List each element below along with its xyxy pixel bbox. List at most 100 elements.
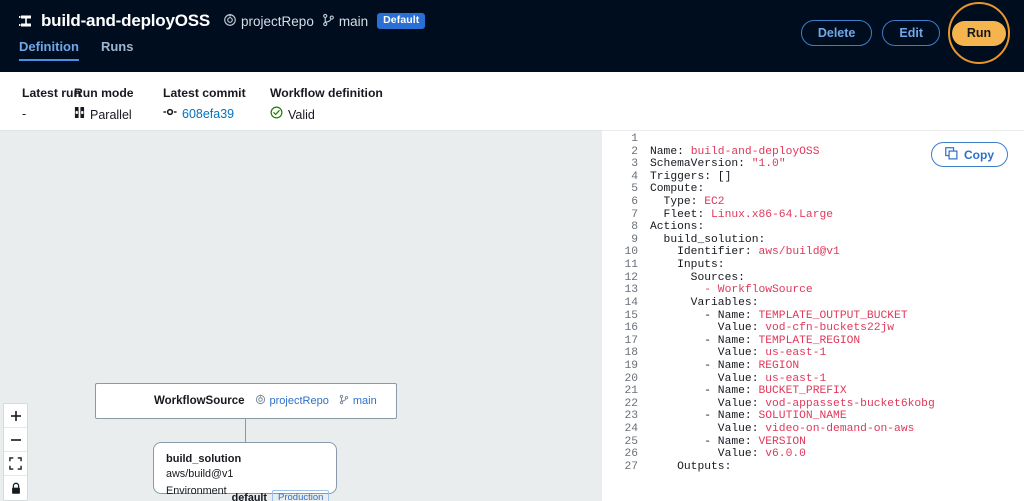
check-circle-icon [270, 106, 283, 123]
node-source-branch-label: main [352, 395, 377, 407]
code-key: - Name: [650, 334, 759, 347]
code-line-number: 24 [624, 423, 638, 436]
code-key: - Name: [650, 359, 759, 372]
code-line: 1 [602, 133, 935, 146]
summary-value: 608efa39 [163, 106, 270, 122]
edit-button[interactable]: Edit [882, 20, 940, 46]
code-line: 13 - WorkflowSource [602, 284, 935, 297]
summary-label: Latest run [22, 86, 81, 100]
code-line: 10 Identifier: aws/build@v1 [602, 246, 935, 259]
code-key: Value: [650, 322, 766, 335]
code-line-number: 3 [631, 158, 638, 171]
fit-to-screen-button[interactable] [4, 452, 27, 476]
code-line-number: 19 [624, 359, 638, 372]
code-key: - Name: [650, 309, 759, 322]
node-workflow-source[interactable]: WorkflowSource projectRepo main [95, 383, 397, 419]
code-line: 9 build_solution: [602, 234, 935, 247]
code-line: 18 Value: us-east-1 [602, 347, 935, 360]
code-line-number: 16 [624, 322, 638, 335]
copy-button-label: Copy [964, 147, 994, 162]
app-header: build-and-deployOSS projectRepo main Def… [0, 0, 1024, 72]
code-line: 27 Outputs: [602, 461, 935, 474]
code-value: video-on-demand-on-aws [765, 423, 915, 436]
summary-label: Workflow definition [270, 86, 383, 100]
code-line-number: 17 [624, 334, 638, 347]
zoom-in-button[interactable] [4, 404, 27, 428]
tab-definition[interactable]: Definition [19, 39, 79, 61]
zoom-out-button[interactable] [4, 428, 27, 452]
header-repository-label: projectRepo [241, 13, 314, 29]
code-line: 25 - Name: VERSION [602, 436, 935, 449]
repository-icon [255, 394, 266, 408]
code-line-number: 22 [624, 397, 638, 410]
code-key: Sources: [650, 271, 745, 284]
code-line-number: 27 [624, 460, 638, 473]
code-line: 17 - Name: TEMPLATE_REGION [602, 335, 935, 348]
yaml-code-viewer[interactable]: 1 2 Name: build-and-deployOSS 3 SchemaVersio… [602, 131, 935, 474]
code-key: Compute: [650, 183, 705, 196]
copy-button[interactable]: Copy [931, 142, 1008, 167]
code-key: Actions: [650, 221, 705, 234]
code-line-number: 10 [624, 246, 638, 259]
code-value: vod-cfn-buckets22jw [765, 322, 895, 335]
code-line-number: 6 [631, 196, 638, 209]
code-line-number: 15 [624, 309, 638, 322]
code-value: BUCKET_PREFIX [758, 385, 847, 398]
code-line: 26 Value: v6.0.0 [602, 448, 935, 461]
code-key: Name: [650, 145, 691, 158]
run-mode-value: Parallel [90, 107, 132, 122]
workflow-graph[interactable]: WorkflowSource projectRepo main build_so… [0, 131, 602, 501]
code-key: Value: [650, 423, 766, 436]
code-key: Value: [650, 347, 766, 360]
code-line: 23 - Name: SOLUTION_NAME [602, 410, 935, 423]
code-key: Inputs: [650, 259, 725, 272]
node-build-solution-title: build_solution [166, 453, 242, 465]
code-line: 7 Fleet: Linux.x86-64.Large [602, 209, 935, 222]
lock-button[interactable] [4, 476, 27, 500]
workflow-summary-bar: Latest run - Run mode Parallel Latest co… [0, 72, 1024, 130]
summary-latest-commit: Latest commit 608efa39 [163, 85, 270, 130]
code-line-number: 21 [624, 385, 638, 398]
workflow-diagram-panel[interactable]: WorkflowSource projectRepo main build_so… [0, 130, 602, 501]
header-repository[interactable]: projectRepo [223, 13, 314, 30]
node-build-solution[interactable]: build_solution aws/build@v1 Environment … [153, 442, 337, 501]
code-value: us-east-1 [765, 372, 827, 385]
delete-button[interactable]: Delete [800, 20, 873, 46]
code-line-number: 11 [624, 259, 638, 272]
code-line: 19 - Name: REGION [602, 360, 935, 373]
code-key: Type: [650, 196, 705, 209]
code-line: 15 - Name: TEMPLATE_OUTPUT_BUCKET [602, 310, 935, 323]
header-actions: Delete Edit Run [800, 2, 1010, 64]
diagram-zoom-controls [3, 403, 28, 501]
workflow-definition-status: Valid [288, 107, 315, 122]
code-value: VERSION [758, 435, 806, 448]
tab-runs[interactable]: Runs [101, 39, 134, 61]
workflow-yaml-panel: Copy 1 2 Name: build-and-deployOSS 3 SchemaV… [602, 130, 1024, 501]
code-line-number: 13 [624, 284, 638, 297]
header-branch[interactable]: main Default [322, 13, 426, 30]
code-key: Value: [650, 397, 766, 410]
code-line-number: 18 [624, 347, 638, 360]
copy-icon [945, 146, 958, 163]
environment-badge: Production [272, 490, 330, 501]
summary-value: - [22, 106, 74, 122]
latest-commit-link[interactable]: 608efa39 [182, 106, 234, 122]
run-button[interactable]: Run [951, 20, 1007, 46]
node-workflow-source-title: WorkflowSource [154, 395, 245, 407]
code-line-number: 4 [631, 170, 638, 183]
code-key: Variables: [650, 296, 759, 309]
code-line: 24 Value: video-on-demand-on-aws [602, 423, 935, 436]
code-key: Outputs: [650, 460, 732, 473]
code-value: EC2 [704, 196, 725, 209]
page-title: build-and-deployOSS [41, 11, 211, 30]
code-value: "1.0" [751, 158, 786, 171]
code-line-number: 7 [631, 208, 638, 221]
code-line-number: 25 [624, 435, 638, 448]
code-key: Triggers: [] [650, 170, 732, 183]
node-source-repo-label: projectRepo [269, 395, 329, 407]
code-line: 6 Type: EC2 [602, 196, 935, 209]
code-value: v6.0.0 [765, 448, 806, 461]
edge-source-to-build [245, 419, 246, 442]
header-branch-label: main [338, 13, 369, 29]
code-value: us-east-1 [765, 347, 827, 360]
